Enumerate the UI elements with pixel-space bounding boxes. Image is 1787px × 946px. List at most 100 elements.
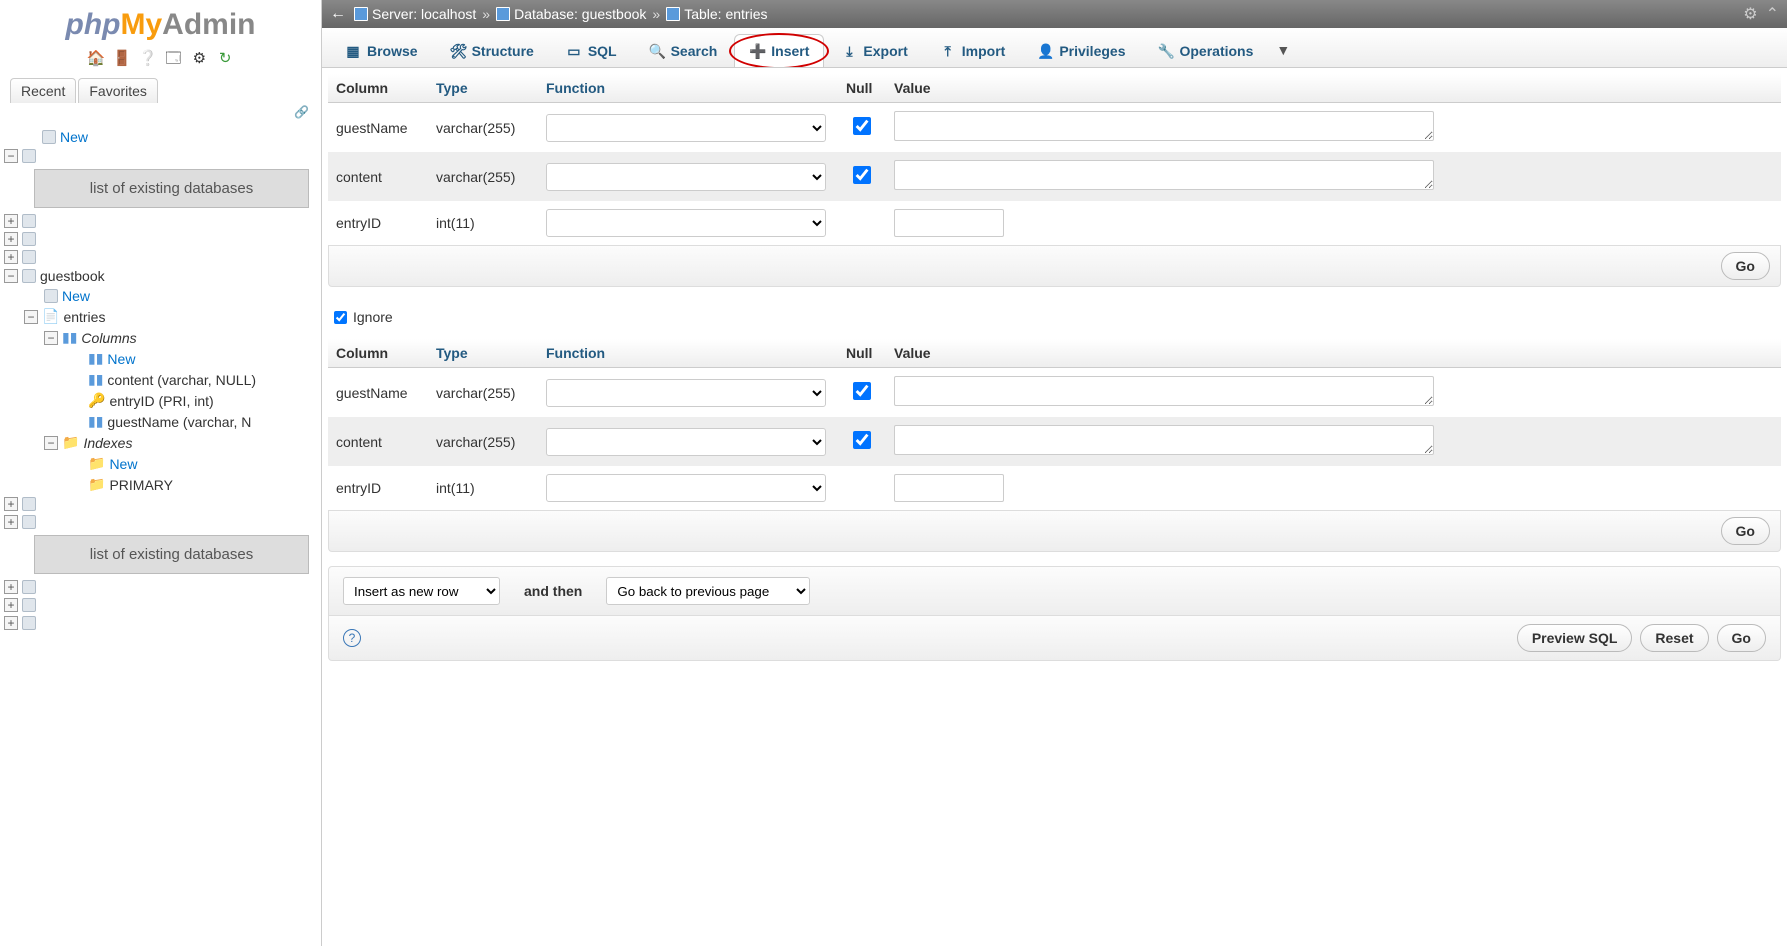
th-function[interactable]: Function [538, 339, 838, 368]
and-then-label: and then [524, 583, 582, 599]
function-select[interactable] [546, 474, 826, 502]
column-icon: ▮▮ [88, 413, 103, 430]
value-textarea[interactable] [894, 425, 1434, 455]
tree-collapse-icon[interactable]: − [4, 149, 18, 163]
home-icon[interactable]: 🏠 [87, 50, 105, 68]
tab-export[interactable]: ⤓Export [826, 34, 922, 67]
value-textarea[interactable] [894, 111, 1434, 141]
tree-expand-icon[interactable]: + [4, 515, 18, 529]
function-select[interactable] [546, 209, 826, 237]
help-icon[interactable]: ? [343, 629, 361, 647]
reload-icon[interactable]: ↻ [216, 50, 234, 68]
cell-column: entryID [328, 201, 428, 245]
th-type[interactable]: Type [428, 339, 538, 368]
tab-structure[interactable]: 🛠Structure [435, 34, 549, 67]
insert-mode-select[interactable]: Insert as new row [343, 577, 500, 605]
columns-node[interactable]: Columns [81, 330, 136, 346]
panel-link-icon[interactable]: 🔗 [0, 103, 321, 121]
tree-expand-icon[interactable]: + [4, 232, 18, 246]
page-settings-icon[interactable]: ⚙ [1743, 4, 1757, 24]
back-icon[interactable]: ← [330, 5, 346, 23]
new-database-link[interactable]: New [60, 129, 88, 145]
index-icon: 📁 [88, 476, 105, 493]
sidebar: phpMyAdmin 🏠 🚪 ❔ 🗔 ⚙ ↻ Recent Favorites … [0, 0, 322, 946]
favorites-tab[interactable]: Favorites [78, 78, 158, 103]
new-index-link[interactable]: New [109, 456, 137, 472]
new-table-icon [44, 289, 58, 303]
tree-expand-icon[interactable]: + [4, 616, 18, 630]
value-textarea[interactable] [894, 160, 1434, 190]
column-guestname[interactable]: guestName (varchar, N [107, 414, 251, 430]
function-select[interactable] [546, 163, 826, 191]
bc-server-link[interactable]: localhost [421, 6, 476, 22]
tree-expand-icon[interactable]: + [4, 214, 18, 228]
go-button[interactable]: Go [1721, 517, 1770, 545]
bc-database-link[interactable]: guestbook [582, 6, 647, 22]
reset-button[interactable]: Reset [1640, 624, 1708, 652]
recent-tab[interactable]: Recent [10, 78, 76, 103]
value-textarea[interactable] [894, 376, 1434, 406]
tree-expand-icon[interactable]: + [4, 250, 18, 264]
go-button[interactable]: Go [1721, 252, 1770, 280]
logout-icon[interactable]: 🚪 [113, 50, 131, 68]
db-guestbook[interactable]: guestbook [40, 268, 105, 284]
after-insert-select[interactable]: Go back to previous page [606, 577, 810, 605]
go-button-final[interactable]: Go [1717, 624, 1766, 652]
tab-privileges[interactable]: 👤Privileges [1022, 34, 1140, 67]
value-input[interactable] [894, 209, 1004, 237]
tree-collapse-icon[interactable]: − [4, 269, 18, 283]
bc-table-link[interactable]: entries [725, 6, 767, 22]
breadcrumb: ← Server: localhost » Database: guestboo… [322, 0, 1787, 28]
tab-operations[interactable]: 🔧Operations [1142, 34, 1268, 67]
table-row: guestNamevarchar(255) [328, 103, 1781, 153]
logo-php: php [66, 8, 121, 41]
th-function[interactable]: Function [538, 74, 838, 103]
new-db-icon [42, 130, 56, 144]
ignore-checkbox[interactable] [334, 311, 347, 324]
column-entryid[interactable]: entryID (PRI, int) [109, 393, 213, 409]
docs-icon[interactable]: ❔ [139, 50, 157, 68]
column-content[interactable]: content (varchar, NULL) [107, 372, 256, 388]
table-entries[interactable]: entries [63, 309, 105, 325]
bc-sep: » [482, 6, 490, 22]
tab-browse[interactable]: ▦Browse [330, 34, 433, 67]
content: Column Type Function Null Value guestNam… [322, 68, 1787, 946]
null-checkbox[interactable] [853, 117, 871, 135]
table-icon [666, 7, 680, 21]
browse-icon: ▦ [345, 43, 361, 59]
tree-expand-icon[interactable]: + [4, 598, 18, 612]
db-icon [22, 616, 36, 630]
db-group-placeholder: list of existing databases [34, 169, 309, 208]
preview-sql-button[interactable]: Preview SQL [1517, 624, 1633, 652]
tree-collapse-icon[interactable]: − [24, 310, 38, 324]
tree-collapse-icon[interactable]: − [44, 436, 58, 450]
sql-icon[interactable]: 🗔 [164, 50, 182, 68]
null-checkbox[interactable] [853, 166, 871, 184]
collapse-icon[interactable]: ⌃ [1766, 4, 1779, 24]
tab-import[interactable]: ⤒Import [925, 34, 1021, 67]
tab-search[interactable]: 🔍Search [634, 34, 733, 67]
th-type[interactable]: Type [428, 74, 538, 103]
tab-sql[interactable]: ▭SQL [551, 34, 632, 67]
settings-icon[interactable]: ⚙ [190, 50, 208, 68]
index-primary[interactable]: PRIMARY [109, 477, 173, 493]
function-select[interactable] [546, 379, 826, 407]
key-icon: 🔑 [88, 392, 105, 409]
null-checkbox[interactable] [853, 431, 871, 449]
tree-expand-icon[interactable]: + [4, 580, 18, 594]
null-checkbox[interactable] [853, 382, 871, 400]
tree-expand-icon[interactable]: + [4, 497, 18, 511]
value-input[interactable] [894, 474, 1004, 502]
new-column-link[interactable]: New [107, 351, 135, 367]
function-select[interactable] [546, 114, 826, 142]
bc-server-label: Server: [372, 6, 417, 22]
new-table-link[interactable]: New [62, 288, 90, 304]
function-select[interactable] [546, 428, 826, 456]
th-null: Null [838, 339, 886, 368]
logo[interactable]: phpMyAdmin [0, 0, 321, 46]
sidebar-toolbar: 🏠 🚪 ❔ 🗔 ⚙ ↻ [0, 46, 321, 72]
tree-collapse-icon[interactable]: − [44, 331, 58, 345]
indexes-node[interactable]: Indexes [83, 435, 132, 451]
tab-more[interactable]: ▼ [1270, 34, 1296, 67]
tab-insert[interactable]: ➕Insert [734, 34, 824, 67]
